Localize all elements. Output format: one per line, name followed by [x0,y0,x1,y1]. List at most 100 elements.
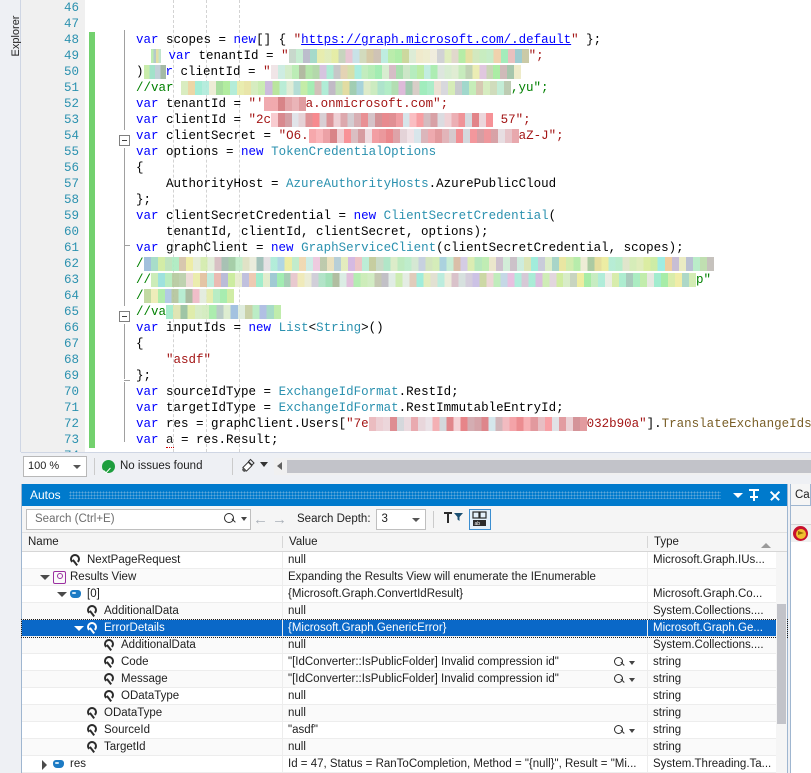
code-line[interactable]: 52var tenantId = "'a.onmicrosoft.com"; [21,96,811,112]
code-line[interactable]: 61var graphClient = new GraphServiceClie… [21,240,811,256]
cell-name[interactable]: Results View [22,569,282,585]
tree-expander-open[interactable] [39,572,50,583]
cell-value[interactable]: {Microsoft.Graph.GenericError} [282,620,647,636]
code-line[interactable]: 59var clientSecretCredential = new Clien… [21,208,811,224]
hex-display-icon[interactable]: ab [469,509,491,530]
code-line[interactable]: 63//p" [21,272,811,288]
filter-pin-icon[interactable] [444,509,466,530]
text-visualizer-icon[interactable] [614,674,625,685]
code-lines-container[interactable]: 464748var scopes = new[] { "https://grap… [21,0,811,452]
table-row[interactable]: ODataTypenullstring [22,688,787,705]
code-line[interactable]: 69}; [21,368,811,384]
code-cleanup-icon[interactable] [240,458,256,474]
code-line[interactable]: 47 [21,16,811,32]
cell-name[interactable]: Message [22,671,282,687]
call-stack-tab[interactable]: Ca [791,484,811,506]
table-row[interactable]: TargetIdnullstring [22,739,787,756]
code-line[interactable]: 68 "asdf" [21,352,811,368]
code-line[interactable]: 54var clientSecret = "O6.aZ-J"; [21,128,811,144]
cell-name[interactable]: [0] [22,586,282,602]
text-visualizer-icon[interactable] [614,725,625,736]
solution-explorer-tab-rail[interactable]: Explorer [0,0,21,452]
code-line[interactable]: 49 var tenantId = ""; [21,48,811,64]
table-row[interactable]: AdditionalDatanullSystem.Collections.... [22,603,787,620]
code-line[interactable]: 53var clientId = "2c 57"; [21,112,811,128]
cell-name[interactable]: AdditionalData [22,603,282,619]
cell-value[interactable]: null [282,552,647,568]
column-header-name[interactable]: Name [22,536,282,548]
cell-value[interactable]: null [282,688,647,704]
code-line[interactable]: 60 tenantId, clientId, clientSecret, opt… [21,224,811,240]
table-row[interactable]: ErrorDetails{Microsoft.Graph.GenericErro… [22,620,787,637]
search-box[interactable] [26,509,251,530]
cell-name[interactable]: ODataType [22,688,282,704]
autos-title-bar[interactable]: Autos [22,484,787,506]
code-line[interactable]: 51//var ,yu"; [21,80,811,96]
table-row[interactable]: Results ViewExpanding the Results View w… [22,569,787,586]
search-next-button[interactable]: → [272,512,287,527]
variables-grid[interactable]: Name Value Type NextPageRequestnullMicro… [22,533,787,773]
code-line[interactable]: 48var scopes = new[] { "https://graph.mi… [21,32,811,48]
code-line[interactable]: 57 AuthorityHost = AzureAuthorityHosts.A… [21,176,811,192]
table-row[interactable]: Code"[IdConverter::IsPublicFolder] Inval… [22,654,787,671]
visualizer-chevron-down-icon[interactable] [629,729,635,733]
code-line[interactable]: 71var targetIdType = ExchangeIdFormat.Re… [21,400,811,416]
cell-name[interactable]: ODataType [22,705,282,721]
code-line[interactable]: 64/ [21,288,811,304]
cell-value[interactable]: null [282,603,647,619]
autos-toolbar[interactable]: ← → Search Depth: 3 ab [22,506,787,533]
scrollbar-thumb[interactable] [777,604,786,724]
window-menu-button[interactable] [729,486,747,504]
cell-name[interactable]: ErrorDetails [22,620,282,636]
code-line[interactable]: 70var sourceIdType = ExchangeIdFormat.Re… [21,384,811,400]
column-header-value[interactable]: Value [282,536,647,548]
cell-value[interactable]: null [282,637,647,653]
tree-expander-closed[interactable] [39,759,50,770]
cell-name[interactable]: res [22,756,282,772]
cell-value[interactable]: Id = 47, Status = RanToCompletion, Metho… [282,756,647,772]
code-line[interactable]: 72var res = graphClient.Users["7e032b90a… [21,416,811,432]
cell-value[interactable]: null [282,705,647,721]
tree-expander-open[interactable] [56,589,67,600]
cell-value[interactable]: "[IdConverter::IsPublicFolder] Invalid c… [282,671,647,687]
column-header-type[interactable]: Type [647,536,787,548]
call-stack-panel[interactable]: Ca [790,484,811,773]
cell-name[interactable]: NextPageRequest [22,552,282,568]
table-row[interactable]: Message"[IdConverter::IsPublicFolder] In… [22,671,787,688]
code-line[interactable]: 46 [21,0,811,16]
grid-rows-container[interactable]: NextPageRequestnullMicrosoft.Graph.IUs..… [22,552,787,773]
table-row[interactable]: [0]{Microsoft.Graph.ConvertIdResult}Micr… [22,586,787,603]
tree-expander-open[interactable] [73,623,84,634]
chevron-down-icon[interactable] [241,517,247,521]
search-input[interactable] [33,512,224,526]
text-visualizer-icon[interactable] [614,657,625,668]
visualizer-chevron-down-icon[interactable] [629,678,635,682]
call-stack-current-frame-row[interactable] [791,525,811,542]
table-row[interactable]: NextPageRequestnullMicrosoft.Graph.IUs..… [22,552,787,569]
cell-value[interactable]: null [282,739,647,755]
scrollbar-thumb[interactable] [287,460,811,473]
cell-value[interactable]: "asdf" [282,722,647,738]
code-line[interactable]: 56{ [21,160,811,176]
code-line[interactable]: 50)r clientId = " [21,64,811,80]
code-line[interactable]: 55var options = new TokenCredentialOptio… [21,144,811,160]
code-line[interactable]: 66var inputIds = new List<String>() [21,320,811,336]
cell-name[interactable]: TargetId [22,739,282,755]
pin-button[interactable] [747,486,765,504]
grid-vertical-scrollbar[interactable] [776,552,787,773]
code-line[interactable]: 73var a = res.Result; [21,432,811,448]
visualizer-chevron-down-icon[interactable] [629,661,635,665]
cell-name[interactable]: AdditionalData [22,637,282,653]
code-line[interactable]: 62/ [21,256,811,272]
table-row[interactable]: AdditionalDatanullSystem.Collections.... [22,637,787,654]
cell-name[interactable]: SourceId [22,722,282,738]
zoom-level-combobox[interactable]: 100 % [23,456,87,477]
code-line[interactable]: 67{ [21,336,811,352]
table-row[interactable]: resId = 47, Status = RanToCompletion, Me… [22,756,787,773]
code-line[interactable]: 58}; [21,192,811,208]
table-row[interactable]: SourceId"asdf"string [22,722,787,739]
cell-name[interactable]: Code [22,654,282,670]
table-row[interactable]: ODataTypenullstring [22,705,787,722]
code-line[interactable]: 65//va [21,304,811,320]
cell-value[interactable]: Expanding the Results View will enumerat… [282,569,647,585]
